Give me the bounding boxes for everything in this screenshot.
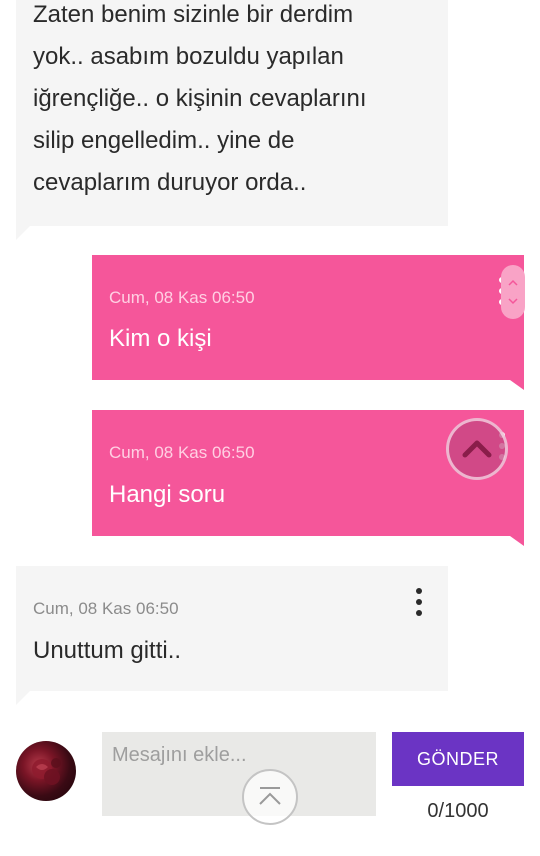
message-input-placeholder: Mesajını ekle... xyxy=(112,744,247,766)
message-timestamp: Cum, 08 Kas 06:50 xyxy=(109,443,255,462)
chevron-up-bar-icon xyxy=(259,787,281,805)
message-bubble-incoming: Zaten benim sizinle bir derdim yok.. asa… xyxy=(16,0,448,240)
message-text: Hangi soru xyxy=(109,481,226,508)
scroll-to-top-button[interactable] xyxy=(242,769,298,825)
chevron-up-icon xyxy=(508,279,518,305)
avatar xyxy=(16,741,76,801)
message-timestamp: Cum, 08 Kas 06:50 xyxy=(33,599,179,618)
message-bubble-incoming: Cum, 08 Kas 06:50 Unuttum gitti.. xyxy=(16,566,448,705)
scroll-handle[interactable] xyxy=(501,265,525,319)
message-input[interactable]: Mesajını ekle... xyxy=(102,732,376,816)
send-button[interactable]: GÖNDER xyxy=(392,732,524,786)
message-timestamp: Cum, 08 Kas 06:50 xyxy=(109,288,255,307)
message-text: Kim o kişi xyxy=(109,325,212,352)
message-bubble-outgoing: Cum, 08 Kas 06:50 Kim o kişi xyxy=(92,255,524,390)
rose-avatar-image xyxy=(32,758,61,785)
message-text: Unuttum gitti.. xyxy=(33,637,182,664)
message-text: Zaten benim sizinle bir derdim yok.. asa… xyxy=(33,1,367,196)
scroll-up-button[interactable] xyxy=(446,418,508,480)
character-counter: 0/1000 xyxy=(427,800,489,822)
vertical-dots-icon[interactable] xyxy=(415,588,423,616)
chevron-up-icon xyxy=(462,440,492,458)
